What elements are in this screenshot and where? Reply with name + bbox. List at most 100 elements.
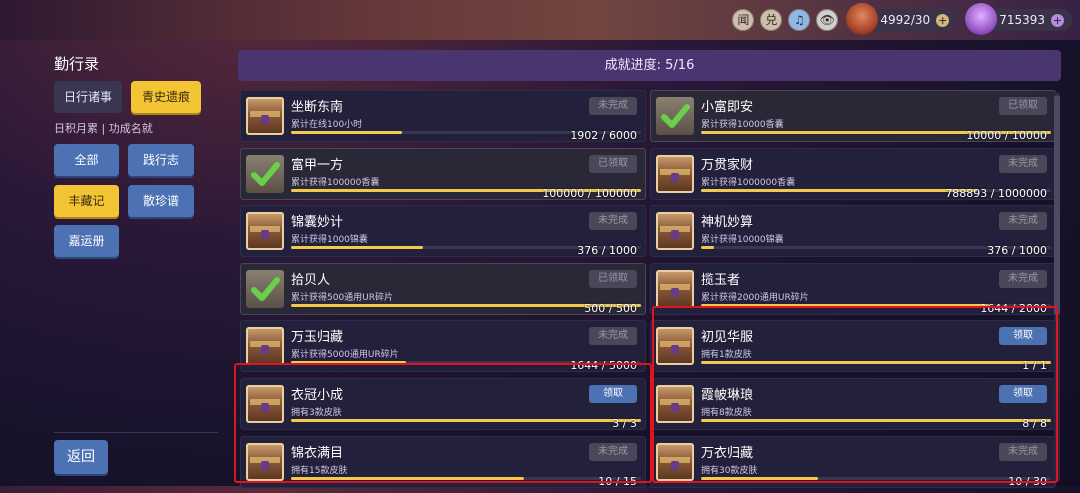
achievement-name: 初见华服 — [701, 330, 754, 346]
exchange-icon[interactable]: 兑 — [760, 9, 783, 31]
achievement-name: 锦衣满目 — [291, 445, 344, 461]
currency-gem: 715393 + — [965, 3, 1072, 35]
achievement-name: 衣冠小成 — [291, 387, 344, 403]
category-collection-button[interactable]: 丰藏记 — [54, 185, 119, 217]
status-badge: 未完成 — [589, 327, 637, 346]
gem-bag-icon — [965, 3, 998, 35]
achievement-list-right: 小富即安 累计获得10000香囊 10000 / 10000 已领取 万贯家财 累计获得1… — [650, 90, 1056, 493]
status-badge: 已领取 — [589, 269, 637, 288]
achievement-item: 锦囊妙计累计获得1000锦囊 376 / 1000 未完成 — [240, 205, 646, 258]
progress-bar — [701, 418, 1051, 422]
treasure-chest-icon — [656, 212, 694, 251]
add-sachet-button[interactable]: + — [936, 13, 950, 27]
check-icon — [246, 154, 284, 193]
achievement-description: 累计获得10000锦囊 — [701, 235, 784, 246]
treasure-chest-icon — [656, 442, 694, 481]
category-practice-button[interactable]: 践行志 — [128, 144, 194, 176]
achievement-description: 拥有3款皮肤 — [291, 407, 342, 418]
category-luck-button[interactable]: 嘉运册 — [54, 225, 119, 257]
achievement-item: 神机妙算累计获得10000锦囊 376 / 1000 未完成 — [650, 205, 1056, 258]
progress-fill — [701, 303, 989, 307]
achievement-name: 霞帔琳琅 — [701, 387, 754, 403]
tab-history[interactable]: 青史遗痕 — [131, 81, 201, 113]
progress-fill — [291, 361, 407, 365]
achievement-description: 累计获得5000通用UR碎片 — [291, 350, 399, 361]
tab-daily[interactable]: 日行诸事 — [54, 81, 122, 113]
progress-count: 500 / 500 — [584, 301, 637, 315]
achievement-item: 初见华服拥有1款皮肤 1 / 1 领取 — [650, 320, 1056, 373]
progress-count: 1644 / 5000 — [570, 359, 637, 373]
music-icon[interactable]: ♫ — [788, 9, 811, 31]
achievement-description: 累计获得100000香囊 — [291, 177, 380, 188]
add-gem-button[interactable]: + — [1051, 13, 1064, 27]
progress-fill — [701, 418, 1051, 422]
achievement-description: 拥有8款皮肤 — [701, 407, 752, 418]
achievement-name: 小富即安 — [701, 100, 754, 115]
back-button[interactable]: 返回 — [54, 440, 108, 474]
progress-count: 100000 / 100000 — [542, 186, 637, 200]
status-badge: 未完成 — [589, 97, 637, 115]
progress-bar — [701, 476, 1051, 480]
treasure-chest-icon — [246, 384, 284, 423]
progress-count: 376 / 1000 — [577, 244, 637, 258]
claim-button[interactable]: 领取 — [589, 384, 637, 403]
achievement-item: 坐断东南 累计在线100小时 1902 / 6000 未完成 — [240, 90, 646, 142]
achievement-name: 坐断东南 — [291, 100, 344, 115]
progress-count: 1 / 1 — [1022, 359, 1047, 373]
achievement-description: 累计获得1000锦囊 — [291, 235, 368, 246]
achievement-item: 小富即安 累计获得10000香囊 10000 / 10000 已领取 — [650, 90, 1056, 142]
category-all-button[interactable]: 全部 — [54, 144, 119, 176]
status-badge: 已领取 — [999, 97, 1047, 115]
achievement-description: 累计获得1000000香囊 — [701, 177, 796, 188]
achievement-name: 揽玉者 — [701, 272, 741, 288]
achievement-item: 万衣归藏 拥有30款皮肤 10 / 30 未完成 — [650, 435, 1056, 488]
progress-count: 1644 / 2000 — [980, 301, 1047, 315]
scrollbar-thumb[interactable] — [1054, 95, 1060, 315]
treasure-chest-icon — [246, 212, 284, 251]
treasure-chest-icon — [656, 327, 694, 366]
achievement-name: 锦囊妙计 — [291, 215, 344, 231]
achievement-progress: 成就进度: 5/16 — [238, 50, 1061, 81]
progress-fill — [701, 361, 1051, 365]
achievement-item: 富甲一方累计获得100000香囊 100000 / 100000 已领取 — [240, 147, 646, 200]
panel-subtitle: 日积月累 | 功成名就 — [54, 122, 153, 135]
achievement-item: 拾贝人累计获得500通用UR碎片 500 / 500 已领取 — [240, 262, 646, 315]
achievement-name: 万衣归藏 — [701, 445, 754, 461]
achievement-description: 拥有15款皮肤 — [291, 465, 348, 476]
status-badge: 已领取 — [589, 154, 637, 173]
progress-count: 3 / 3 — [612, 416, 637, 430]
achievement-description: 累计获得500通用UR碎片 — [291, 292, 394, 303]
achievement-name: 神机妙算 — [701, 215, 754, 231]
treasure-chest-icon — [246, 442, 284, 481]
sachet-icon — [846, 3, 879, 35]
panel-title: 勤行录 — [54, 55, 100, 73]
treasure-chest-icon — [656, 269, 694, 308]
progress-count: 1902 / 6000 — [570, 129, 637, 142]
news-icon[interactable]: 闻 — [732, 9, 755, 31]
achievement-name: 拾贝人 — [291, 272, 331, 288]
achievement-list-left: 坐断东南 累计在线100小时 1902 / 6000 未完成 富甲一方 累计获得10000… — [240, 90, 646, 493]
eye-icon[interactable]: 👁 — [816, 9, 839, 31]
status-badge: 未完成 — [999, 212, 1047, 231]
progress-count: 376 / 1000 — [987, 244, 1047, 258]
claim-button[interactable]: 领取 — [999, 384, 1047, 403]
treasure-chest-icon — [656, 384, 694, 423]
achievement-name: 富甲一方 — [291, 157, 344, 173]
claim-button[interactable]: 领取 — [999, 327, 1047, 346]
achievement-description: 拥有1款皮肤 — [701, 350, 752, 361]
currency-sachet: 4992/30 + — [846, 3, 958, 35]
status-badge: 未完成 — [999, 442, 1047, 461]
progress-count: 10000 / 10000 — [966, 129, 1047, 142]
achievement-item: 万贯家财 累计获得1000000香囊 788893 / 1000000 未完成 — [650, 147, 1056, 200]
progress-bar — [291, 418, 641, 422]
currency-gem-value: 715393 — [999, 13, 1045, 27]
status-badge: 未完成 — [999, 269, 1047, 288]
category-treasure-button[interactable]: 散珍谱 — [128, 185, 194, 217]
achievement-name: 万玉归藏 — [291, 330, 344, 346]
progress-fill — [701, 188, 978, 192]
status-badge: 未完成 — [589, 212, 637, 231]
progress-bar — [291, 476, 641, 480]
status-badge: 未完成 — [589, 442, 637, 461]
achievement-item: 万玉归藏累计获得5000通用UR碎片 1644 / 5000 未完成 — [240, 320, 646, 373]
check-icon — [246, 269, 284, 308]
